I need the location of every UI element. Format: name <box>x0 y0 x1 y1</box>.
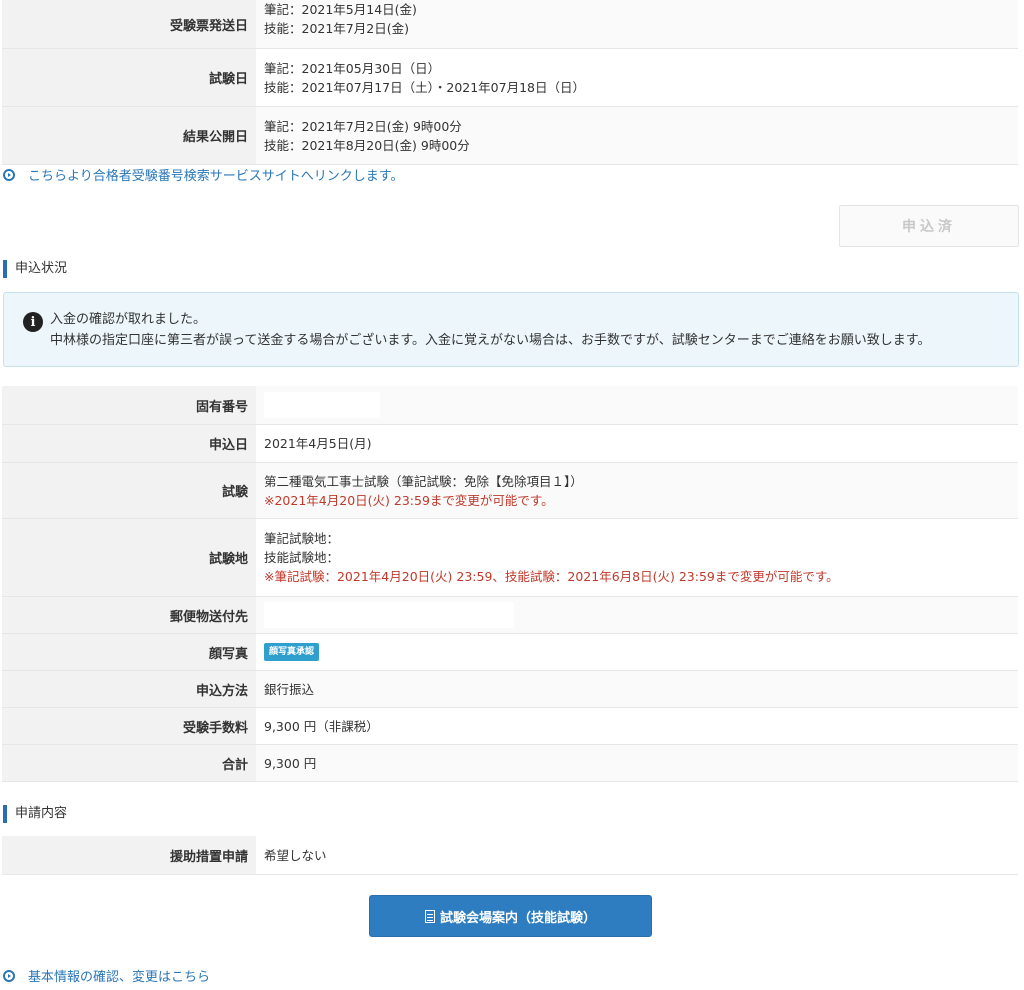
schedule-label: 結果公開日 <box>2 107 256 164</box>
schedule-line: 筆記：2021年7月2日(金) 9時00分 <box>264 118 462 134</box>
basic-info-link-text: 基本情報の確認、変更はこちら <box>28 970 211 985</box>
venue-written: 筆記試験地： <box>264 531 340 546</box>
schedule-label: 試験日 <box>2 49 256 106</box>
detail-row-mail: 郵便物送付先 <box>2 596 1018 633</box>
detail-label: 申込日 <box>2 425 256 462</box>
exam-change-note: ※2021年4月20日(火) 23:59まで変更が可能です。 <box>264 492 554 508</box>
schedule-label: 受験票発送日 <box>2 0 256 48</box>
photo-approved-badge: 顔写真承認 <box>264 643 320 661</box>
venue-guide-button[interactable]: 試験会場案内（技能試験） <box>369 895 652 937</box>
venue-skill: 技能試験地： <box>264 550 340 565</box>
section-title-status: 申込状況 <box>3 260 67 278</box>
info-alert: i 入金の確認が取れました。 中林様の指定口座に第三者が誤って送金する場合がござ… <box>3 292 1019 367</box>
detail-row-fee: 受験手数料 9,300 円（非課税） <box>2 707 1018 744</box>
schedule-line: 技能：2021年7月2日(金) <box>264 21 409 36</box>
schedule-line: 技能：2021年07月17日（土）・2021年07月18日（日） <box>264 79 585 95</box>
schedule-row-exam: 試験日 筆記：2021年05月30日（日） 技能：2021年07月17日（土）・… <box>2 48 1018 106</box>
info-icon: i <box>23 312 43 332</box>
detail-row-total: 合計 9,300 円 <box>2 744 1018 781</box>
schedule-line: 技能：2021年8月20日(金) 9時00分 <box>264 137 470 153</box>
schedule-line: 筆記：2021年05月30日（日） <box>264 60 441 76</box>
detail-value: 銀行振込 <box>256 671 1018 707</box>
detail-row-date: 申込日 2021年4月5日(月) <box>2 424 1018 462</box>
request-table: 援助措置申請 希望しない <box>2 836 1018 875</box>
detail-label: 受験手数料 <box>2 708 256 744</box>
detail-value: 9,300 円（非課税） <box>264 718 379 734</box>
detail-label: 申込方法 <box>2 671 256 707</box>
detail-label: 顔写真 <box>2 634 256 670</box>
detail-label: 郵便物送付先 <box>2 597 256 633</box>
detail-label: 合計 <box>2 745 256 781</box>
request-value: 希望しない <box>264 847 327 863</box>
section-title-request: 申請内容 <box>3 805 67 823</box>
schedule-row-ticket: 受験票発送日 筆記：2021年5月14日(金) 技能：2021年7月2日(金) <box>2 0 1018 48</box>
id-value-blank <box>264 392 380 418</box>
schedule-table: 受験票発送日 筆記：2021年5月14日(金) 技能：2021年7月2日(金) … <box>2 0 1018 165</box>
request-row-assist: 援助措置申請 希望しない <box>2 836 1018 874</box>
venue-guide-button-label: 試験会場案内（技能試験） <box>439 910 596 926</box>
info-message: 中林様の指定口座に第三者が誤って送金する場合がございます。入金に覚えがない場合は… <box>50 333 931 348</box>
pass-search-link-text: こちらより合格者受験番号検索サービスサイトへリンクします。 <box>28 169 404 184</box>
schedule-row-result: 結果公開日 筆記：2021年7月2日(金) 9時00分 技能：2021年8月20… <box>2 106 1018 164</box>
applied-button[interactable]: 申込済 <box>839 205 1019 247</box>
detail-row-photo: 顔写真 顔写真承認 <box>2 633 1018 670</box>
basic-info-link[interactable]: 基本情報の確認、変更はこちら <box>3 966 210 985</box>
mail-value-blank <box>264 602 514 628</box>
schedule-line: 筆記：2021年5月14日(金) <box>264 2 417 17</box>
venue-change-note: ※筆記試験：2021年4月20日(火) 23:59、技能試験：2021年6月8日… <box>264 569 839 584</box>
detail-row-venue: 試験地 筆記試験地： 技能試験地： ※筆記試験：2021年4月20日(火) 23… <box>2 518 1018 596</box>
detail-label: 固有番号 <box>2 386 256 424</box>
detail-row-method: 申込方法 銀行振込 <box>2 670 1018 707</box>
exam-value: 第二種電気工事士試験（筆記試験：免除【免除項目１】） <box>264 473 583 489</box>
detail-label: 試験 <box>2 463 256 518</box>
document-icon <box>424 909 435 923</box>
info-message: 入金の確認が取れました。 <box>50 312 207 327</box>
detail-row-id: 固有番号 <box>2 386 1018 424</box>
detail-label: 試験地 <box>2 519 256 596</box>
detail-value: 2021年4月5日(月) <box>264 436 372 451</box>
request-label: 援助措置申請 <box>2 836 256 874</box>
detail-row-exam: 試験 第二種電気工事士試験（筆記試験：免除【免除項目１】） ※2021年4月20… <box>2 462 1018 518</box>
pass-search-link[interactable]: こちらより合格者受験番号検索サービスサイトへリンクします。 <box>3 165 403 184</box>
circle-arrow-icon <box>3 168 15 181</box>
circle-arrow-icon <box>3 969 15 982</box>
application-details-table: 固有番号 申込日 2021年4月5日(月) 試験 第二種電気工事士試験（筆記試験… <box>2 386 1018 782</box>
detail-value: 9,300 円 <box>256 745 1018 781</box>
